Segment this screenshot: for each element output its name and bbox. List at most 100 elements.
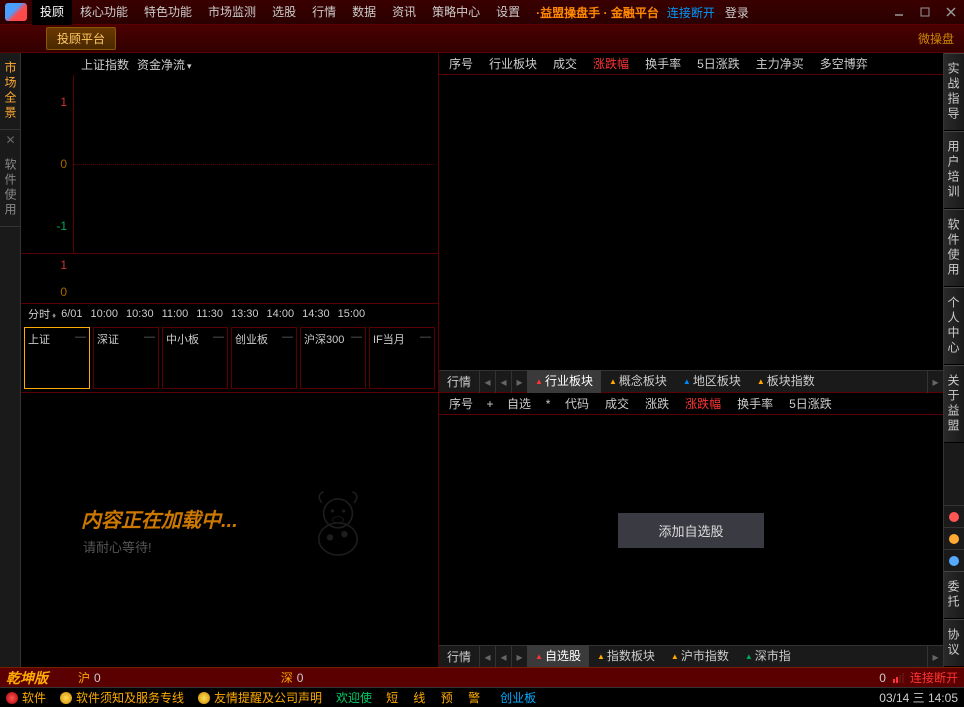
menu-item-6[interactable]: 数据 bbox=[344, 0, 384, 25]
network-icon[interactable] bbox=[892, 672, 904, 684]
market-sz-label[interactable]: 深 bbox=[281, 669, 293, 686]
col-header[interactable]: 自选 bbox=[501, 395, 537, 412]
x-tick: 11:30 bbox=[193, 308, 226, 320]
index-tab-1[interactable]: 深证— bbox=[93, 327, 159, 389]
chart-index-label[interactable]: 上证指数 bbox=[81, 56, 129, 73]
x-tick: 11:00 bbox=[159, 308, 192, 320]
market-sh-label[interactable]: 沪 bbox=[78, 669, 90, 686]
left-tab-market-overview[interactable]: 市场全景 bbox=[0, 53, 21, 130]
col-header[interactable]: 成交 bbox=[547, 55, 583, 72]
footer-label[interactable]: 行情 bbox=[439, 373, 479, 390]
ticker-alert[interactable]: 短 线 预 警 bbox=[386, 689, 486, 706]
col-header[interactable]: 序号 bbox=[443, 395, 479, 412]
nav-next-icon[interactable]: ▸ bbox=[511, 371, 527, 393]
footer-tab-2[interactable]: ▲地区板块 bbox=[675, 370, 749, 393]
right-tool-icon-0[interactable] bbox=[944, 505, 964, 527]
ticker-reminder[interactable]: 友情提醒及公司声明 bbox=[198, 689, 322, 706]
right-tab-0[interactable]: 实战指导 bbox=[944, 53, 964, 131]
right-tab-1[interactable]: 用户培训 bbox=[944, 131, 964, 209]
right-tool-icon-2[interactable] bbox=[944, 549, 964, 571]
nav-next-icon[interactable]: ▸ bbox=[511, 646, 527, 668]
footer-tab-3[interactable]: ▲深市指 bbox=[737, 645, 799, 667]
index-tab-3[interactable]: 创业板— bbox=[231, 327, 297, 389]
chart-mini[interactable]: 1 0 bbox=[21, 254, 438, 304]
nav-first-icon[interactable]: ◂ bbox=[479, 371, 495, 393]
dot-icon bbox=[6, 692, 18, 704]
col-header[interactable]: 5日涨跌 bbox=[783, 395, 838, 412]
ticker-gem[interactable]: 创业板 bbox=[500, 689, 536, 706]
chart-flow-dropdown[interactable]: 资金净流 bbox=[137, 56, 192, 73]
footer-label[interactable]: 行情 bbox=[439, 648, 479, 665]
nav-prev-icon[interactable]: ◂ bbox=[495, 371, 511, 393]
ticker-notice[interactable]: 软件须知及服务专线 bbox=[60, 689, 184, 706]
col-header[interactable]: 主力净买 bbox=[750, 55, 810, 72]
timeframe-dropdown[interactable]: 分时 bbox=[25, 306, 56, 322]
connection-broken-label[interactable]: 连接断开 bbox=[910, 669, 958, 686]
col-header[interactable]: 换手率 bbox=[731, 395, 779, 412]
watchlist-body: 添加自选股 bbox=[439, 415, 943, 645]
sector-table-body[interactable] bbox=[439, 75, 943, 370]
connection-status[interactable]: 连接断开 bbox=[667, 4, 715, 21]
menu-item-3[interactable]: 市场监测 bbox=[200, 0, 264, 25]
maximize-button[interactable] bbox=[912, 0, 938, 25]
menu-item-7[interactable]: 资讯 bbox=[384, 0, 424, 25]
nav-prev-icon[interactable]: ◂ bbox=[495, 646, 511, 668]
y-tick: 0 bbox=[27, 285, 67, 299]
menu-item-1[interactable]: 核心功能 bbox=[72, 0, 136, 25]
sector-table-footer: 行情 ◂ ◂ ▸ ▲行业板块▲概念板块▲地区板块▲板块指数 ▸ bbox=[439, 370, 943, 392]
right-tool-icon-1[interactable] bbox=[944, 527, 964, 549]
y-tick: -1 bbox=[27, 219, 67, 233]
x-tick: 14:00 bbox=[264, 308, 298, 320]
minimize-button[interactable] bbox=[886, 0, 912, 25]
col-header[interactable]: 涨跌幅 bbox=[679, 395, 727, 412]
micro-trade-link[interactable]: 微操盘 bbox=[918, 30, 954, 47]
footer-tab-3[interactable]: ▲板块指数 bbox=[749, 370, 823, 393]
footer-tab-0[interactable]: ▲自选股 bbox=[527, 645, 589, 667]
footer-tab-0[interactable]: ▲行业板块 bbox=[527, 370, 601, 393]
nav-more-icon[interactable]: ▸ bbox=[927, 646, 943, 668]
left-tab-close-icon[interactable]: ✕ bbox=[0, 130, 21, 150]
col-header[interactable]: 代码 bbox=[559, 395, 595, 412]
advisor-platform-button[interactable]: 投顾平台 bbox=[46, 27, 116, 50]
index-tab-5[interactable]: IF当月— bbox=[369, 327, 435, 389]
watchlist-header: 序号 + 自选 * 代码成交涨跌涨跌幅换手率5日涨跌 bbox=[439, 393, 943, 415]
left-tab-software-usage[interactable]: 软件使用 bbox=[0, 150, 21, 227]
nav-first-icon[interactable]: ◂ bbox=[479, 646, 495, 668]
col-header[interactable]: 涨跌 bbox=[639, 395, 675, 412]
col-header[interactable]: 5日涨跌 bbox=[691, 55, 746, 72]
menu-item-2[interactable]: 特色功能 bbox=[136, 0, 200, 25]
right-bottom-tab-0[interactable]: 委托 bbox=[944, 571, 964, 619]
col-header[interactable]: 序号 bbox=[443, 55, 479, 72]
right-tab-3[interactable]: 个人中心 bbox=[944, 287, 964, 365]
add-watchlist-button[interactable]: 添加自选股 bbox=[618, 513, 763, 548]
footer-tab-2[interactable]: ▲沪市指数 bbox=[663, 645, 737, 667]
right-tab-2[interactable]: 软件使用 bbox=[944, 209, 964, 287]
edition-label: 乾坤版 bbox=[6, 668, 48, 688]
col-header[interactable]: 涨跌幅 bbox=[587, 55, 635, 72]
menu-item-9[interactable]: 设置 bbox=[488, 0, 528, 25]
login-link[interactable]: 登录 bbox=[725, 4, 749, 21]
col-header[interactable]: 换手率 bbox=[639, 55, 687, 72]
index-tab-4[interactable]: 沪深300— bbox=[300, 327, 366, 389]
star-icon[interactable]: * bbox=[541, 397, 555, 411]
menu-item-8[interactable]: 策略中心 bbox=[424, 0, 488, 25]
col-header[interactable]: 成交 bbox=[599, 395, 635, 412]
menu-item-4[interactable]: 选股 bbox=[264, 0, 304, 25]
col-header[interactable]: 多空博弈 bbox=[814, 55, 874, 72]
menu-item-0[interactable]: 投顾 bbox=[32, 0, 72, 25]
col-header[interactable]: 行业板块 bbox=[483, 55, 543, 72]
footer-tab-1[interactable]: ▲概念板块 bbox=[601, 370, 675, 393]
chart-main[interactable]: 1 0 -1 bbox=[21, 75, 438, 254]
index-tab-2[interactable]: 中小板— bbox=[162, 327, 228, 389]
menu-item-5[interactable]: 行情 bbox=[304, 0, 344, 25]
footer-tab-1[interactable]: ▲指数板块 bbox=[589, 645, 663, 667]
dot-icon bbox=[198, 692, 210, 704]
right-tab-4[interactable]: 关于益盟 bbox=[944, 365, 964, 443]
ticker-welcome[interactable]: 欢迎使 bbox=[336, 689, 372, 706]
ticker-software[interactable]: 软件 bbox=[6, 689, 46, 706]
close-button[interactable] bbox=[938, 0, 964, 25]
nav-more-icon[interactable]: ▸ bbox=[927, 371, 943, 393]
index-tab-0[interactable]: 上证— bbox=[24, 327, 90, 389]
add-column-icon[interactable]: + bbox=[483, 397, 497, 411]
right-bottom-tab-1[interactable]: 协议 bbox=[944, 619, 964, 667]
